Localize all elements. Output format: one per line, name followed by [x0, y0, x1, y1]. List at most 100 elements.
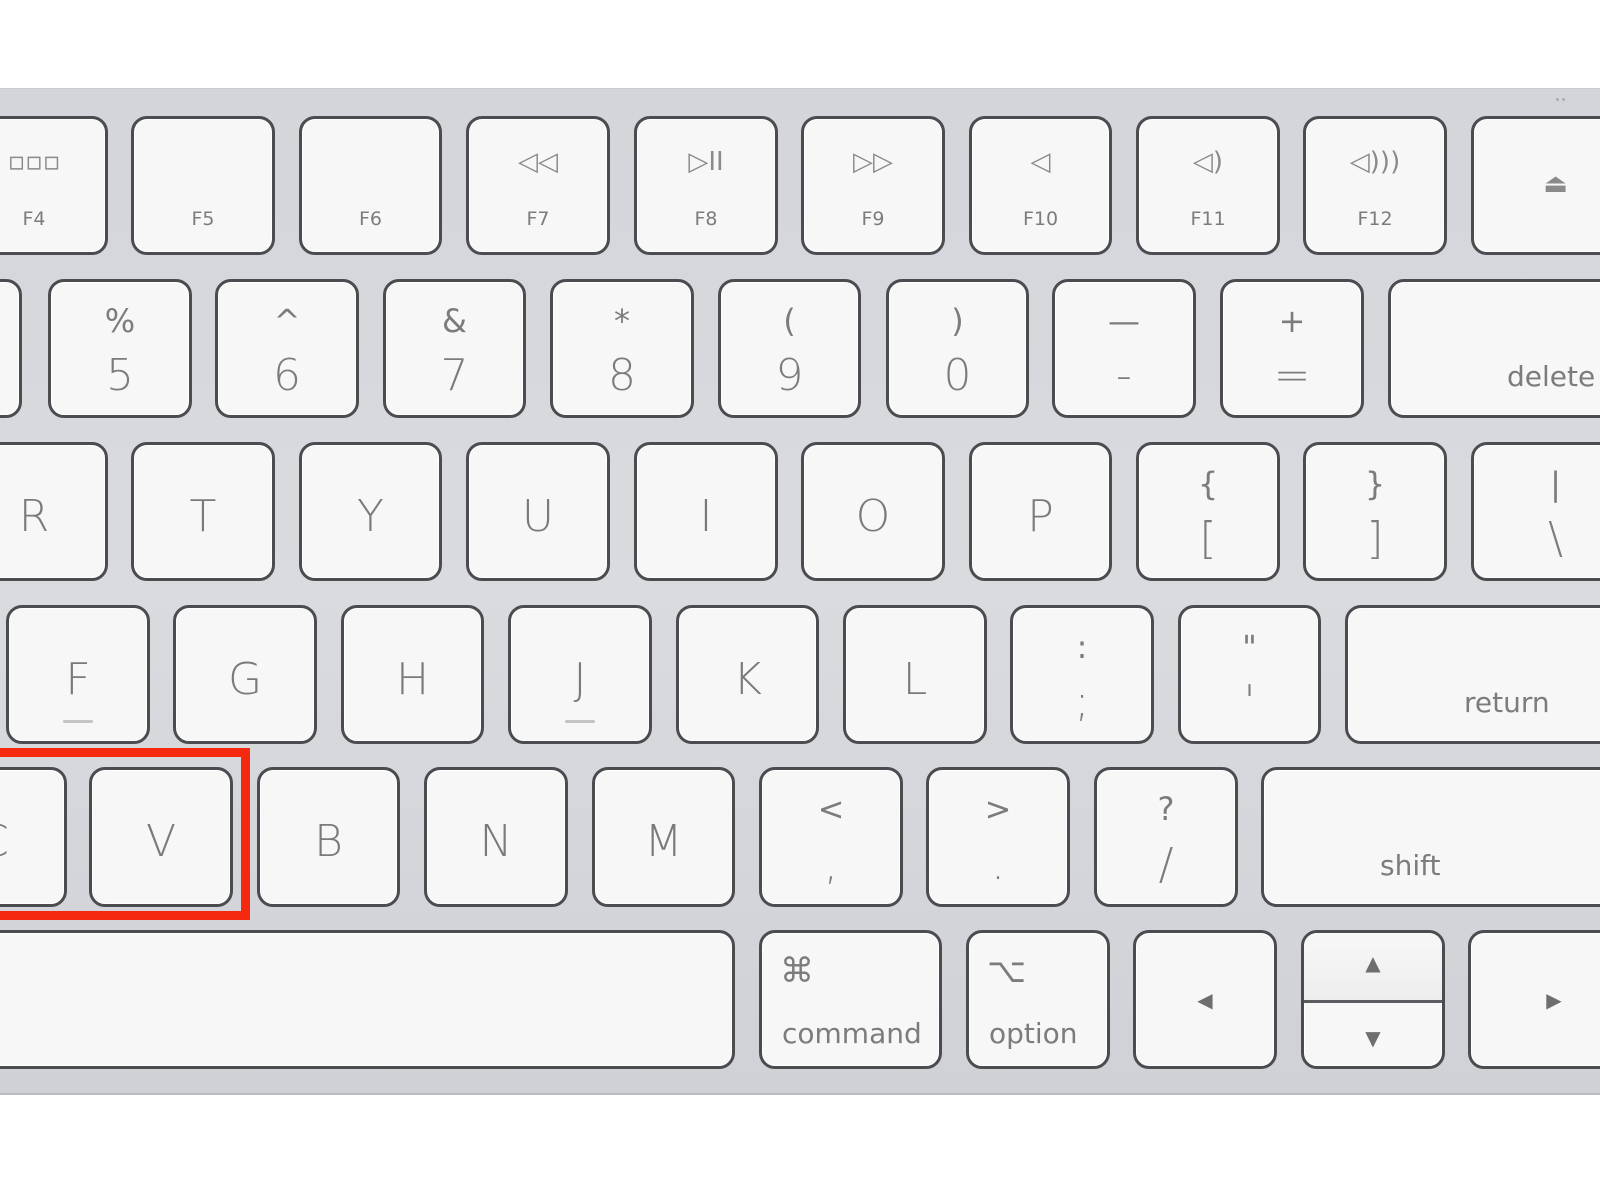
key-label: Y [357, 491, 384, 542]
key-9[interactable]: (9 [718, 279, 861, 418]
launchpad-icon: ▫▫▫ [7, 147, 61, 177]
key-command[interactable]: ⌘ command [759, 930, 942, 1069]
volume-up-icon: ◁))) [1349, 147, 1401, 177]
key-f8[interactable]: ▷II F8 [634, 116, 778, 255]
home-row-bump [63, 720, 93, 723]
key-shift-label: | [1550, 465, 1561, 503]
key-shift-label: * [614, 302, 630, 340]
key-f4[interactable]: ▫▫▫ F4 [0, 116, 108, 255]
key-shift-label: < [817, 790, 845, 828]
key-label: I [699, 491, 713, 542]
key-label: return [1464, 686, 1550, 719]
key-7[interactable]: & 7 [383, 279, 526, 418]
key-label: V [145, 816, 177, 867]
key-label: F5 [191, 208, 215, 230]
up-arrow-icon[interactable]: ▲ [1304, 933, 1442, 1003]
key-f9[interactable]: ▷▷ F9 [801, 116, 945, 255]
key-space[interactable] [0, 930, 735, 1069]
key-label: F12 [1357, 208, 1393, 230]
key-label: F7 [526, 208, 550, 230]
key-5[interactable]: % 5 [48, 279, 192, 418]
key-f12[interactable]: ◁))) F12 [1303, 116, 1447, 255]
option-icon: ⌥ [987, 951, 1027, 991]
key-option[interactable]: ⌥ option [966, 930, 1110, 1069]
key-6[interactable]: ^ 6 [215, 279, 359, 418]
key-shift-label: — [1108, 302, 1140, 340]
key-g[interactable]: G [173, 605, 317, 744]
key-right-arrow[interactable]: ▶ [1468, 930, 1600, 1069]
key-label: [ [1199, 513, 1217, 564]
key-n[interactable]: N [424, 767, 568, 907]
key-up-down-arrows[interactable]: ▲ ▼ [1301, 930, 1445, 1069]
key-label: 8 [608, 350, 636, 401]
key-f10[interactable]: ◁ F10 [969, 116, 1112, 255]
key-label: ] [1366, 513, 1384, 564]
key-comma[interactable]: <, [759, 767, 903, 907]
key-close-bracket[interactable]: }] [1303, 442, 1447, 581]
key-h[interactable]: H [341, 605, 484, 744]
key-minus[interactable]: — - [1052, 279, 1196, 418]
key-shift-label: { [1197, 465, 1219, 503]
key-equals[interactable]: + = [1220, 279, 1364, 418]
key-f11[interactable]: ◁) F11 [1136, 116, 1280, 255]
key-quote[interactable]: " ' [1178, 605, 1321, 744]
mute-icon: ◁ [1030, 147, 1051, 177]
key-label: 9 [775, 350, 804, 401]
key-backslash[interactable]: | \ [1471, 442, 1600, 581]
key-f[interactable]: F [6, 605, 150, 744]
key-c[interactable]: C [0, 767, 67, 907]
key-eject[interactable]: ⏏ [1471, 116, 1600, 255]
key-8[interactable]: * 8 [550, 279, 694, 418]
key-label: C [0, 816, 64, 867]
key-slash[interactable]: ? / [1094, 767, 1238, 907]
key-shift-label: > [984, 790, 1012, 828]
key-period[interactable]: >. [926, 767, 1070, 907]
key-label: delete [1507, 360, 1596, 393]
key-label: M [644, 816, 683, 867]
key-label: N [479, 816, 513, 867]
key-u[interactable]: U [466, 442, 610, 581]
key-p[interactable]: P [969, 442, 1112, 581]
command-icon: ⌘ [780, 951, 814, 991]
key-label: = [1273, 350, 1311, 401]
key-l[interactable]: L [843, 605, 987, 744]
key-label: option [989, 1017, 1078, 1050]
key-k[interactable]: K [676, 605, 819, 744]
key-f6[interactable]: F6 [299, 116, 442, 255]
key-semicolon[interactable]: :; [1010, 605, 1154, 744]
down-arrow-icon[interactable]: ▼ [1304, 1000, 1442, 1067]
key-b[interactable]: B [257, 767, 400, 907]
key-shift[interactable]: shift [1261, 767, 1600, 907]
key-return[interactable]: return [1345, 605, 1600, 744]
key-label: F11 [1190, 208, 1226, 230]
key-label: H [395, 654, 430, 705]
key-label: 6 [273, 350, 301, 401]
key-label: O [855, 491, 891, 542]
key-left-arrow[interactable]: ◀ [1133, 930, 1277, 1069]
key-4-partial[interactable] [0, 279, 22, 418]
key-v[interactable]: V [89, 767, 233, 907]
key-label: / [1158, 839, 1174, 890]
key-y[interactable]: Y [299, 442, 442, 581]
key-shift-label: + [1278, 302, 1306, 340]
key-shift-label: ^ [273, 302, 301, 340]
key-open-bracket[interactable]: {[ [1136, 442, 1280, 581]
key-shift-label: ( [783, 302, 796, 340]
key-r[interactable]: R [0, 442, 108, 581]
key-label: P [1027, 491, 1054, 542]
key-label: T [189, 491, 217, 542]
indicator-dots [1556, 86, 1572, 101]
key-t[interactable]: T [131, 442, 275, 581]
key-label: shift [1380, 849, 1441, 882]
key-label: ; [1074, 676, 1090, 727]
key-0[interactable]: ) 0 [886, 279, 1029, 418]
key-m[interactable]: M [592, 767, 735, 907]
key-o[interactable]: O [801, 442, 945, 581]
key-f5[interactable]: F5 [131, 116, 275, 255]
key-j[interactable]: J [508, 605, 652, 744]
key-f7[interactable]: ◁◁ F7 [466, 116, 610, 255]
key-i[interactable]: I [634, 442, 778, 581]
key-label: J [573, 654, 587, 705]
key-label: B [314, 816, 343, 867]
key-delete[interactable]: delete [1388, 279, 1600, 418]
